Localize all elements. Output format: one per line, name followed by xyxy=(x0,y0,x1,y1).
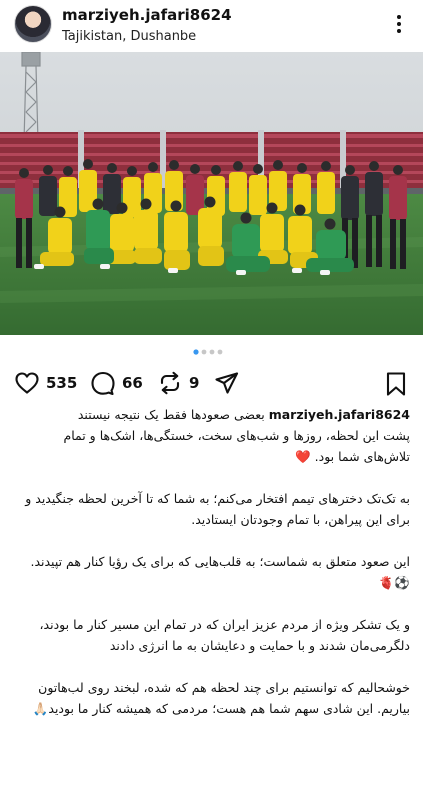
carousel-dot xyxy=(209,349,215,355)
caption-paragraph-2: به تک‌تک دخترهای تیمم افتخار می‌کنم؛ به … xyxy=(25,491,410,527)
carousel-dot-active xyxy=(193,349,199,355)
comment-count: 66 xyxy=(122,374,143,392)
repost-button[interactable]: 9 xyxy=(157,371,199,395)
like-button[interactable]: 535 xyxy=(14,371,77,395)
caption-paragraph-4: و یک تشکر ویژه از مردم عزیز ایران که در … xyxy=(39,617,410,653)
caption-paragraph-5: خوشحالیم که توانستیم برای چند لحظه هم که… xyxy=(32,680,410,716)
share-button[interactable] xyxy=(214,371,240,395)
caption-paragraph-3: این صعود متعلق به شماست؛ به قلب‌هایی که … xyxy=(30,554,410,590)
post-caption: marziyeh.jafari8624 بعضی صعودها فقط یک ن… xyxy=(14,404,410,740)
caption-username[interactable]: marziyeh.jafari8624 xyxy=(269,407,410,422)
post-photo[interactable] xyxy=(0,52,423,335)
caption-paragraph-1: پشت این لحظه، روزها و شب‌های سخت، خستگی‌… xyxy=(63,428,410,464)
more-options-icon[interactable] xyxy=(389,13,409,35)
caption-line-1: بعضی صعودها فقط یک نتیجه نیستند xyxy=(77,407,265,422)
comment-icon xyxy=(91,371,115,395)
repost-icon xyxy=(160,371,180,395)
save-button[interactable] xyxy=(384,371,408,397)
carousel-indicator xyxy=(193,349,223,355)
comment-button[interactable]: 66 xyxy=(90,371,143,395)
send-icon xyxy=(215,372,239,394)
carousel-dot xyxy=(201,349,207,355)
avatar[interactable] xyxy=(14,5,52,43)
post-header: marziyeh.jafari8624 Tajikistan, Dushanbe xyxy=(0,0,423,52)
caption-first-paragraph: marziyeh.jafari8624 بعضی صعودها فقط یک ن… xyxy=(14,404,410,467)
post-actions-bar: 535 66 9 xyxy=(0,368,423,402)
repost-count: 9 xyxy=(189,374,200,392)
heart-icon xyxy=(15,372,39,394)
post-location[interactable]: Tajikistan, Dushanbe xyxy=(62,29,196,44)
bookmark-icon xyxy=(386,372,406,396)
like-count: 535 xyxy=(46,374,78,392)
carousel-dot xyxy=(217,349,223,355)
post-username[interactable]: marziyeh.jafari8624 xyxy=(62,6,232,24)
